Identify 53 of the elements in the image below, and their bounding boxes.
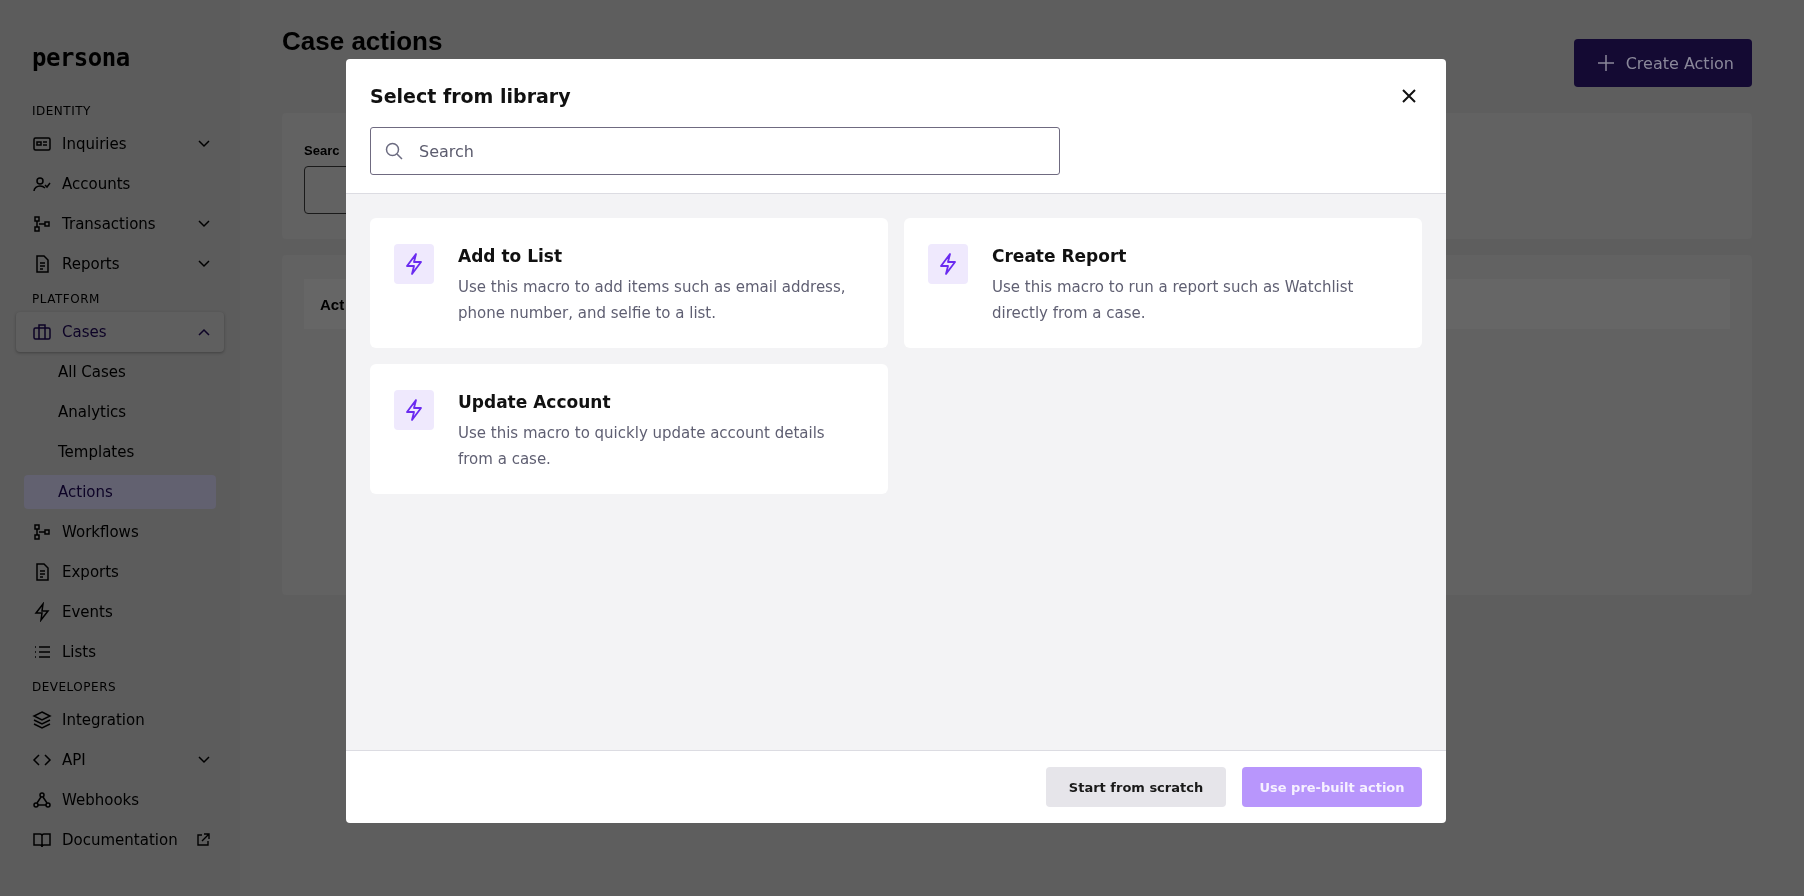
- subnav-item[interactable]: Analytics: [24, 395, 216, 429]
- section-heading: PLATFORM: [31, 291, 101, 308]
- card-description: Use this macro to quickly update account details from a case.: [458, 423, 826, 470]
- secondary-button[interactable]: Start from scratch: [1046, 767, 1226, 807]
- macro-card[interactable]: Update Account Use this macro to quickly update account details from a case.: [370, 364, 888, 494]
- search-icon: [384, 141, 404, 161]
- lightning-icon: [32, 602, 52, 622]
- briefcase-icon: [32, 322, 52, 342]
- lightning-icon: [928, 244, 968, 284]
- subnav-item[interactable]: Templates: [24, 435, 216, 469]
- filter-label: Searc: [304, 143, 340, 158]
- share-nodes-icon: [32, 790, 52, 810]
- nav-item[interactable]: Workflows: [16, 512, 224, 552]
- search-field[interactable]: Search: [370, 127, 1060, 175]
- macro-card[interactable]: Create Report Use this macro to run a report such as Watchlist directly from a case.: [904, 218, 1422, 348]
- nav-item[interactable]: Reports: [16, 244, 224, 284]
- nav-item[interactable]: Events: [16, 592, 224, 632]
- dialog-title: Select from library: [370, 85, 571, 107]
- section-heading: DEVELOPERS: [31, 679, 118, 696]
- create-action-button[interactable]: Create Action: [1573, 39, 1752, 87]
- plus-icon: [1595, 53, 1616, 73]
- nav-item[interactable]: Documentation: [16, 820, 224, 860]
- nodes-icon: [32, 522, 52, 542]
- card-description: Use this macro to add items such as email address, phone number, and selfie to a list.: [458, 277, 847, 324]
- nav-item[interactable]: Webhooks: [16, 780, 224, 820]
- column-header: Act: [320, 295, 345, 313]
- nodes-icon: [32, 214, 52, 234]
- person-check-icon: [32, 174, 52, 194]
- id-card-icon: [32, 134, 52, 154]
- external-link-icon: [196, 833, 210, 847]
- nav-item[interactable]: Exports: [16, 552, 224, 592]
- section-heading: IDENTITY: [31, 103, 92, 120]
- book-icon: [32, 830, 52, 850]
- card-title: Create Report: [992, 246, 1128, 266]
- close-icon: [1402, 89, 1416, 103]
- lightning-icon: [394, 390, 434, 430]
- nav-item[interactable]: Transactions: [16, 204, 224, 244]
- nav-item[interactable]: Inquiries: [16, 124, 224, 164]
- logo-wordmark: persona: [31, 44, 131, 72]
- card-description: Use this macro to run a report such as Watchlist directly from a case.: [992, 277, 1355, 324]
- card-title: Update Account: [458, 392, 612, 412]
- page-title: Case actions: [282, 28, 443, 54]
- nav-item[interactable]: Integration: [16, 700, 224, 740]
- macro-card[interactable]: Add to List Use this macro to add items such as email address, phone number, and selfie to a list.: [370, 218, 888, 348]
- subnav-item[interactable]: All Cases: [24, 355, 216, 389]
- lightning-icon: [394, 244, 434, 284]
- nav-item[interactable]: Accounts: [16, 164, 224, 204]
- subnav-item[interactable]: Actions: [24, 475, 216, 509]
- nav-item[interactable]: Lists: [16, 632, 224, 672]
- nav-item[interactable]: API: [16, 740, 224, 780]
- card-title: Add to List: [458, 246, 564, 266]
- layers-icon: [32, 710, 52, 730]
- nav-item[interactable]: Cases: [16, 312, 224, 352]
